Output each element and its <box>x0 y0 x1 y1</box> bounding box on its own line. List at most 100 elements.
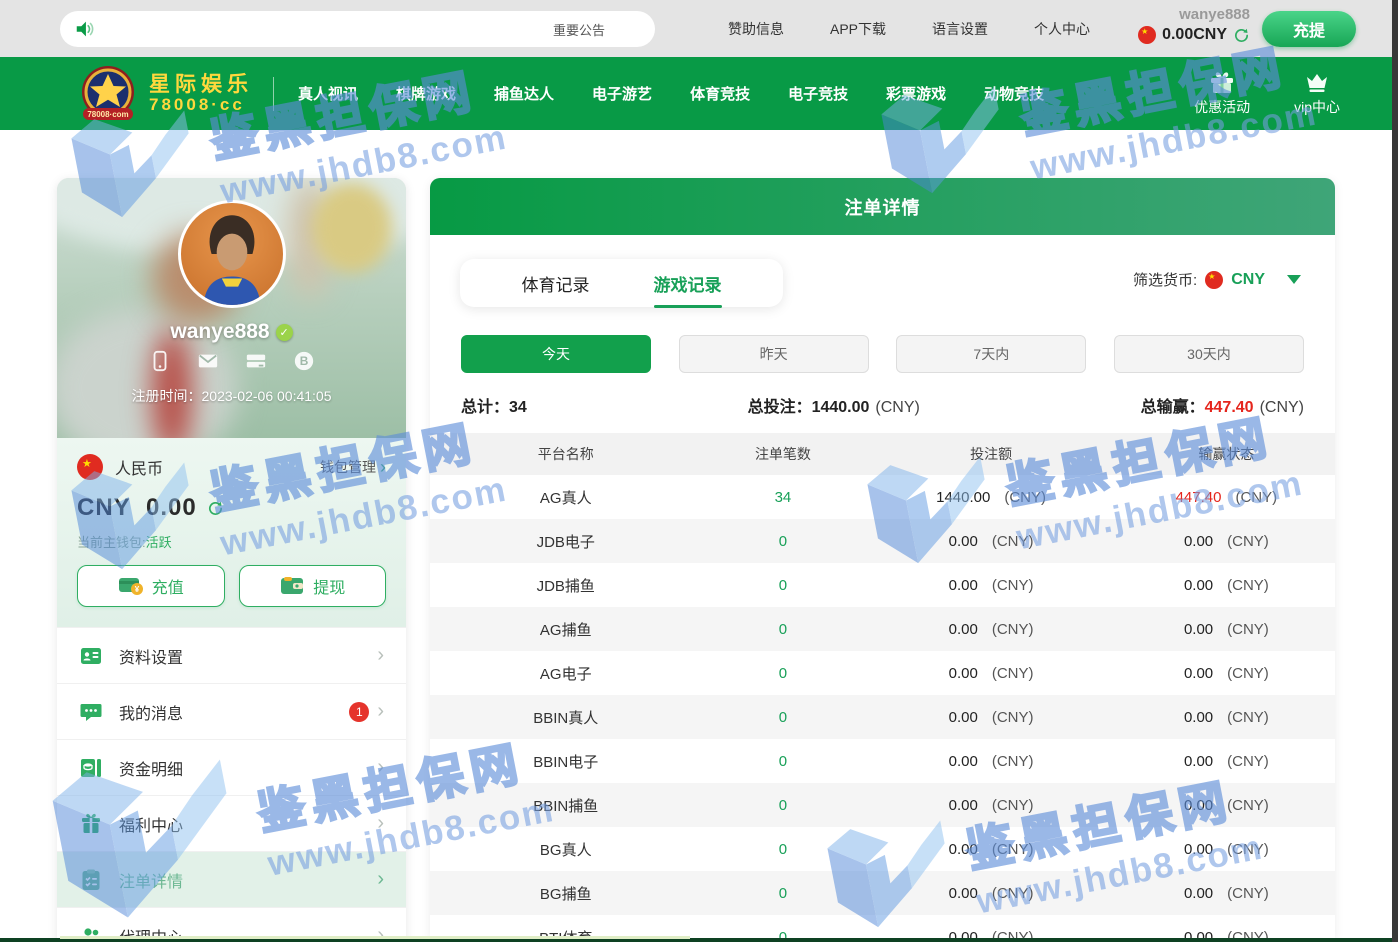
register-time: 注册时间：2023-02-06 00:41:05 <box>57 386 406 406</box>
vip-nav-item[interactable]: vip中心 <box>1294 70 1340 117</box>
nav-menu-item[interactable]: 电子竞技 <box>788 83 848 104</box>
sidebar-item-label: 注单详情 <box>119 868 183 892</box>
top-link[interactable]: 赞助信息 <box>728 19 784 39</box>
win-status-cell: 0.00 (CNY) <box>1118 621 1335 638</box>
footer-divider-light <box>60 936 690 939</box>
sidebar-item-label: 我的消息 <box>119 700 183 724</box>
bank-card-icon[interactable] <box>245 350 267 372</box>
bet-count: 0 <box>702 841 865 858</box>
win-currency: (CNY) <box>1235 489 1277 506</box>
win-amount: 0.00 <box>1184 621 1213 638</box>
date-filter-button[interactable]: 7天内 <box>896 335 1086 373</box>
phone-icon[interactable] <box>149 350 171 372</box>
verified-badge-icon: ✓ <box>276 324 293 341</box>
username[interactable]: wanye888 <box>1138 6 1250 23</box>
tab-sports-records[interactable]: 体育记录 <box>522 267 590 300</box>
refresh-icon[interactable] <box>207 500 224 517</box>
wallet-currency-name: 人民币 <box>115 455 163 479</box>
bet-count: 0 <box>702 885 865 902</box>
nav-menu-item[interactable]: 真人视讯 <box>298 83 358 104</box>
win-currency: (CNY) <box>1227 885 1269 902</box>
platform-name: JDB电子 <box>430 531 702 552</box>
chevron-right-icon <box>380 458 386 476</box>
win-amount: 0.00 <box>1184 577 1213 594</box>
wallet-status-label: 当前主钱包: <box>77 535 146 550</box>
wallet-manage-link[interactable]: 钱包管理 <box>320 457 386 477</box>
vip-label: vip中心 <box>1294 97 1340 117</box>
sidebar-item-bet-details[interactable]: 注单详情 <box>57 851 406 907</box>
top-link[interactable]: 语言设置 <box>932 19 988 39</box>
wallet-status: 当前主钱包:活跃 <box>77 532 386 551</box>
sidebar-item-profile-settings[interactable]: 资料设置 <box>57 627 406 683</box>
bet-count: 34 <box>702 489 865 506</box>
currency-filter[interactable]: 筛选货币: CNY <box>1133 269 1301 290</box>
main-nav: 78008·com 星际娱乐 78008·cc 真人视讯 棋牌游戏 捕鱼达人 电… <box>0 57 1398 130</box>
bet-amount: 0.00 <box>949 665 978 682</box>
announcement-label[interactable]: 重要公告 <box>553 20 605 39</box>
win-currency: (CNY) <box>1227 621 1269 638</box>
win-currency: (CNY) <box>1227 797 1269 814</box>
gift-icon <box>1209 70 1235 94</box>
bet-amount-cell: 0.00 (CNY) <box>864 797 1117 814</box>
profile-name-row: wanye888 ✓ <box>57 320 406 344</box>
deposit-withdraw-button[interactable]: 充提 <box>1262 11 1356 47</box>
balance-amount: 0.00CNY <box>1162 26 1227 44</box>
sidebar-item-label: 福利中心 <box>119 812 183 836</box>
gift-box-icon <box>79 812 103 836</box>
ledger-icon <box>79 756 103 780</box>
top-link[interactable]: APP下载 <box>830 19 886 39</box>
svg-text:78008·com: 78008·com <box>87 110 128 119</box>
nav-menu-item[interactable]: 彩票游戏 <box>886 83 946 104</box>
nav-divider <box>273 77 274 111</box>
brand[interactable]: 78008·com 星际娱乐 78008·cc <box>75 64 253 124</box>
tab-game-records[interactable]: 游戏记录 <box>654 267 722 300</box>
chevron-right-icon <box>377 812 384 835</box>
table-row: BBIN真人 0 0.00 (CNY) 0.00 (CNY) <box>430 695 1335 739</box>
platform-name: AG捕鱼 <box>430 619 702 640</box>
table-row: BG捕鱼 0 0.00 (CNY) 0.00 (CNY) <box>430 871 1335 915</box>
avatar[interactable] <box>178 200 286 308</box>
bitcoin-icon[interactable]: B <box>293 350 315 372</box>
nav-menu-item[interactable]: 体育竞技 <box>690 83 750 104</box>
bet-currency: (CNY) <box>1004 489 1046 506</box>
bet-count: 0 <box>702 577 865 594</box>
user-block: wanye888 0.00CNY <box>1138 6 1250 44</box>
win-amount: 0.00 <box>1184 753 1213 770</box>
top-link[interactable]: 个人中心 <box>1034 19 1090 39</box>
profile-sidebar: wanye888 ✓ B 注册时间：2023-02-06 00:41:05 人民… <box>57 178 406 942</box>
summary-total-bet: 总投注：1440.00(CNY) <box>748 393 920 417</box>
sidebar-item-messages[interactable]: 我的消息 1 <box>57 683 406 739</box>
bet-count: 0 <box>702 665 865 682</box>
date-filter-button[interactable]: 今天 <box>461 335 651 373</box>
withdraw-button[interactable]: 提现 <box>239 565 387 607</box>
sidebar-item-welfare-center[interactable]: 福利中心 <box>57 795 406 851</box>
cny-flag-icon <box>1138 26 1156 44</box>
chat-icon <box>79 700 103 724</box>
promo-nav-item[interactable]: 优惠活动 <box>1194 70 1250 117</box>
nav-menu-item[interactable]: 捕鱼达人 <box>494 83 554 104</box>
refresh-icon[interactable] <box>1233 27 1250 44</box>
page-scrollbar[interactable] <box>1392 0 1398 942</box>
announcement-bar[interactable]: 重要公告 <box>60 11 655 47</box>
sidebar-item-funds-detail[interactable]: 资金明细 <box>57 739 406 795</box>
bet-amount-cell: 0.00 (CNY) <box>864 577 1117 594</box>
nav-menu-item[interactable]: 棋牌游戏 <box>396 83 456 104</box>
nav-menu: 真人视讯 棋牌游戏 捕鱼达人 电子游艺 体育竞技 电子竞技 彩票游戏 动物竞技 <box>298 83 1044 104</box>
nav-menu-item[interactable]: 电子游艺 <box>592 83 652 104</box>
bet-amount: 0.00 <box>949 709 978 726</box>
nav-menu-item[interactable]: 动物竞技 <box>984 83 1044 104</box>
mail-icon[interactable] <box>197 350 219 372</box>
page: 重要公告 赞助信息 APP下载 语言设置 个人中心 wanye888 0.00C… <box>0 0 1398 942</box>
bet-amount-cell: 0.00 (CNY) <box>864 841 1117 858</box>
deposit-button[interactable]: ¥ 充值 <box>77 565 225 607</box>
cny-flag-icon <box>77 454 103 480</box>
date-filter-button[interactable]: 昨天 <box>679 335 869 373</box>
table-row: JDB电子 0 0.00 (CNY) 0.00 (CNY) <box>430 519 1335 563</box>
cny-flag-icon <box>1205 271 1223 289</box>
bet-amount: 1440.00 <box>936 489 990 506</box>
profile-username: wanye888 <box>170 320 269 344</box>
svg-text:¥: ¥ <box>135 585 140 594</box>
date-filter-button[interactable]: 30天内 <box>1114 335 1304 373</box>
brand-logo-icon: 78008·com <box>75 64 141 124</box>
currency-filter-label: 筛选货币: <box>1133 269 1197 290</box>
